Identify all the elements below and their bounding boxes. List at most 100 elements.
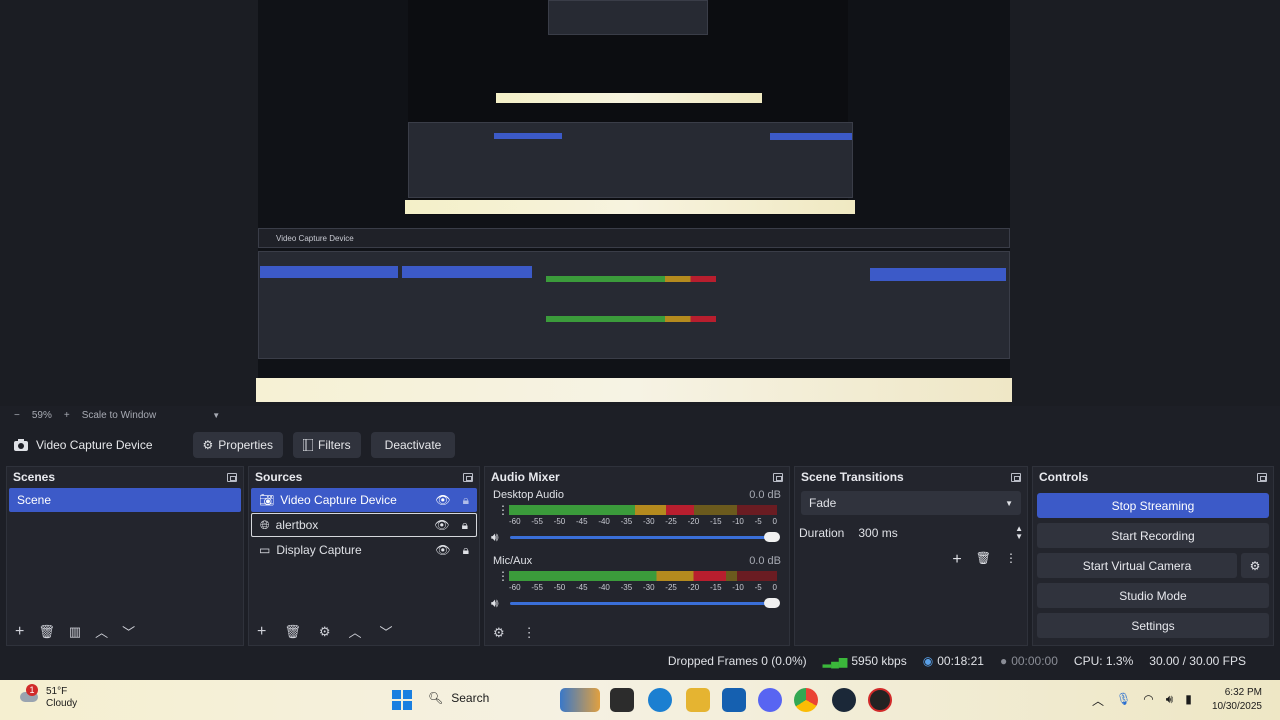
meter-ticks: -60 -55 -50 -45 -40 -35 -30 -25 -20 -15 -10 -5 0 [509,583,777,592]
scene-item[interactable]: Scene [9,488,241,512]
filters-button[interactable]: Filters [292,432,361,458]
steam-icon[interactable] [832,688,856,712]
meter-tick-label: -25 [665,583,677,592]
mixer-channel-mic: Mic/Aux 0.0 dB ⋮ -60 -55 -50 -45 -40 -35 -30 -2… [485,545,789,611]
wifi-icon[interactable]: ◠ [1143,692,1153,709]
source-item-alertbox[interactable]: 🌐︎ alertbox 👁 🔒︎ [251,513,477,537]
discord-icon[interactable] [758,688,782,712]
lock-icon[interactable]: 🔒︎ [463,493,469,508]
volume-slider[interactable] [509,532,780,542]
eye-icon[interactable]: 👁 [435,543,450,558]
settings-button[interactable]: Settings [1037,613,1269,638]
chevron-down-icon[interactable]: ▼ [212,411,220,420]
kebab-menu-icon[interactable]: ⋮ [523,625,536,641]
duration-spinbox[interactable]: 300 ms ▲ ▼ [858,525,1023,541]
float-dock-icon[interactable] [773,472,783,482]
channel-header: Desktop Audio 0.0 dB [485,489,789,501]
properties-button[interactable]: ⚙ Properties [192,432,283,458]
float-dock-icon[interactable] [1257,472,1267,482]
preview-source-name: Video Capture Device [276,234,354,243]
controls-title: Controls [1039,470,1089,484]
zoom-bar: − 59% + Scale to Window ▼ [0,406,1280,424]
clock-date: 10/30/2025 [1211,701,1262,712]
camera-icon [14,439,28,451]
deactivate-button[interactable]: Deactivate [370,432,456,458]
filters-label: Filters [317,438,351,452]
studio-mode-button[interactable]: Studio Mode [1037,583,1269,608]
taskbar-search[interactable]: 🔍︎ Search [428,691,489,705]
float-dock-icon[interactable] [227,472,237,482]
source-item-display-capture[interactable]: ▭ Display Capture 👁 🔒︎ [251,538,477,562]
battery-icon[interactable]: ▮ [1185,692,1192,709]
filter-icon [302,439,313,451]
move-up-icon[interactable]: ︿ [349,622,362,641]
start-recording-button[interactable]: Start Recording [1037,523,1269,548]
volume-icon[interactable]: 🔊︎ [1166,692,1174,709]
add-scene-button[interactable]: + [15,623,24,641]
copilot-icon[interactable] [560,688,600,712]
scale-select[interactable]: Scale to Window [82,410,156,421]
preview-canvas[interactable]: Video Capture Device [258,0,1010,378]
trash-icon[interactable]: 🗑 [284,624,301,640]
chrome-icon[interactable] [794,688,818,712]
selected-source-name: Video Capture Device [36,438,153,452]
virtual-camera-settings-icon[interactable]: ⚙ [1241,553,1269,578]
terminal-icon[interactable] [610,688,634,712]
move-up-icon[interactable]: ︿ [95,622,108,641]
deactivate-label: Deactivate [384,438,442,452]
kebab-menu-icon[interactable]: ⋮ [1005,551,1017,569]
filter-icon[interactable]: ▥ [69,624,81,640]
weather-icon: 1 [18,684,40,708]
lock-icon[interactable]: 🔒︎ [463,543,469,558]
record-time: 00:00:00 [1011,654,1058,668]
store-icon[interactable] [722,688,746,712]
source-item-video-capture[interactable]: 📷︎ Video Capture Device 👁 🔒︎ [251,488,477,512]
meter-tick-label: -50 [553,517,566,526]
kebab-menu-icon[interactable]: ⋮ [497,503,509,517]
lock-icon[interactable]: 🔒︎ [462,518,468,533]
spin-arrows-icon[interactable]: ▲ ▼ [1015,525,1023,541]
kebab-menu-icon[interactable]: ⋮ [497,569,509,583]
add-transition-button[interactable]: + [952,551,961,569]
edge-icon[interactable] [648,688,672,712]
windows-start-icon[interactable] [390,688,414,712]
preview-scene-selected [260,266,398,278]
trash-icon[interactable]: 🗑 [38,624,55,640]
move-down-icon[interactable]: ﹀ [122,622,135,641]
zoom-out-button[interactable]: − [14,410,20,421]
speaker-icon[interactable]: 🔊︎ [491,530,499,545]
add-source-button[interactable]: + [257,623,266,641]
eye-icon[interactable]: 👁 [435,493,450,508]
advanced-audio-icon[interactable]: ⚙ [493,625,505,641]
transition-select[interactable]: Fade ▼ [801,491,1021,515]
nested-preview-selected [494,133,562,139]
gear-icon[interactable]: ⚙ [319,624,331,640]
volume-slider[interactable] [509,598,780,608]
file-explorer-icon[interactable] [686,688,710,712]
sources-header: Sources [249,467,479,487]
dropped-frames: Dropped Frames 0 (0.0%) [667,654,807,668]
float-dock-icon[interactable] [1011,472,1021,482]
float-dock-icon[interactable] [463,472,473,482]
chevron-up-icon[interactable]: ︿ [1092,692,1104,709]
slider-knob[interactable] [763,532,780,542]
speaker-icon[interactable]: 🔊︎ [491,596,499,611]
stop-streaming-button[interactable]: Stop Streaming [1037,493,1269,518]
preview-area[interactable]: Video Capture Device [0,0,1280,406]
duration-value: 300 ms [858,526,898,540]
start-virtual-camera-button[interactable]: Start Virtual Camera [1037,553,1237,578]
meter-tick-label: -55 [531,583,543,592]
source-item-label: Display Capture [276,543,362,557]
eye-icon[interactable]: 👁 [434,518,449,533]
globe-icon: 🌐︎ [260,517,270,532]
clock[interactable]: 6:32 PM 10/30/2025 [1212,686,1262,714]
weather-widget[interactable]: 1 51°F Cloudy [18,684,77,710]
trash-icon[interactable]: 🗑 [976,551,991,569]
microphone-icon[interactable]: 🎙︎ [1116,692,1131,709]
obs-icon[interactable] [868,688,892,712]
zoom-in-button[interactable]: + [64,410,70,421]
slider-knob[interactable] [763,598,780,608]
meter-ticks: -60 -55 -50 -45 -40 -35 -30 -25 -20 -15 -10 -5 0 [509,517,777,526]
move-down-icon[interactable]: ﹀ [380,622,393,641]
meter-tick-label: -35 [620,583,633,592]
